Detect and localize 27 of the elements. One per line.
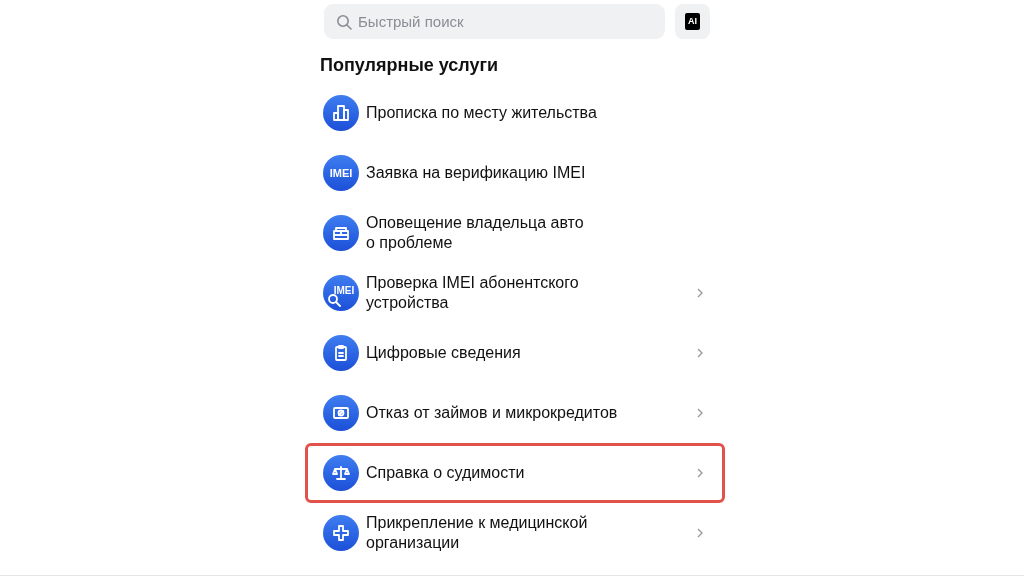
- service-title: Оповещение владельца авто о проблеме: [366, 213, 585, 253]
- ai-button[interactable]: AI: [675, 4, 710, 39]
- service-item[interactable]: Справка о судимости: [305, 443, 725, 503]
- service-item[interactable]: IMEI Проверка IMEI абонентского устройства: [305, 263, 725, 323]
- service-title: Прописка по месту жительства: [366, 103, 598, 123]
- service-item[interactable]: IMEI Заявка на верификацию IMEI: [305, 143, 725, 203]
- service-title: Проверка IMEI абонентского устройства: [366, 273, 580, 313]
- service-item[interactable]: Цифровые сведения: [305, 323, 725, 383]
- scales-icon: [323, 455, 359, 491]
- service-title: Цифровые сведения: [366, 343, 522, 363]
- medical-cross-icon: [323, 515, 359, 551]
- service-title: Отказ от займов и микрокредитов: [366, 403, 619, 423]
- search-icon: [336, 14, 352, 30]
- service-item[interactable]: Прописка по месту жительства: [305, 83, 725, 143]
- banknote-icon: [323, 395, 359, 431]
- service-title: Заявка на верификацию IMEI: [366, 163, 587, 183]
- service-item[interactable]: Прикрепление к медицинской организации: [305, 503, 725, 563]
- service-title: Прикрепление к медицинской организации: [366, 513, 589, 553]
- section-title: Популярные услуги: [320, 54, 500, 77]
- service-item[interactable]: Отказ от займов и микрокредитов: [305, 383, 725, 443]
- building-icon: [323, 95, 359, 131]
- imei-search-icon: IMEI: [323, 275, 359, 311]
- service-item[interactable]: Оповещение владельца авто о проблеме: [305, 203, 725, 263]
- search-field[interactable]: Быстрый поиск: [324, 4, 665, 39]
- service-title: Справка о судимости: [366, 463, 526, 483]
- imei-icon: IMEI: [323, 155, 359, 191]
- clipboard-icon: [323, 335, 359, 371]
